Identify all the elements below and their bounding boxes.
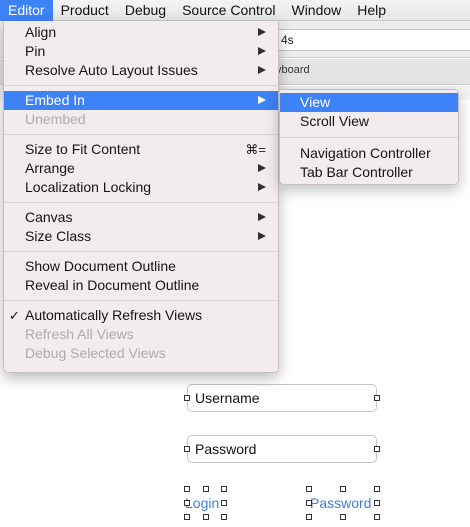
menu-item-show-document-outline[interactable]: Show Document Outline [4, 257, 278, 276]
menu-item-label: Automatically Refresh Views [25, 307, 203, 323]
resize-handle[interactable] [184, 395, 190, 401]
submenu-arrow-icon [258, 232, 266, 240]
menu-item-reveal-in-outline[interactable]: Reveal in Document Outline [4, 276, 278, 295]
menu-item-embed-in[interactable]: Embed In [4, 91, 278, 110]
menu-separator [4, 251, 278, 252]
resize-handle[interactable] [184, 446, 190, 452]
embed-in-submenu: View Scroll View Navigation Controller T… [279, 89, 459, 185]
menu-item-label: Localization Locking [25, 179, 152, 195]
menu-item-label: Debug Selected Views [25, 345, 166, 361]
menu-item-label: Embed In [25, 92, 85, 108]
submenu-item-scroll-view[interactable]: Scroll View [280, 112, 458, 131]
menu-source-control[interactable]: Source Control [174, 0, 283, 21]
resize-handle[interactable] [340, 486, 346, 492]
resize-handle[interactable] [184, 514, 190, 520]
menu-item-size-to-fit[interactable]: Size to Fit Content ⌘= [4, 140, 278, 159]
menu-separator [4, 300, 278, 301]
resize-handle[interactable] [374, 486, 380, 492]
keyboard-shortcut: ⌘= [245, 142, 266, 157]
resize-handle[interactable] [184, 500, 190, 506]
menu-product[interactable]: Product [53, 0, 117, 21]
resize-handle[interactable] [221, 514, 227, 520]
menu-separator [4, 85, 278, 86]
resize-handle[interactable] [306, 486, 312, 492]
menu-item-arrange[interactable]: Arrange [4, 159, 278, 178]
menu-item-refresh-all-views: Refresh All Views [4, 325, 278, 344]
submenu-arrow-icon [258, 164, 266, 172]
resize-handle[interactable] [221, 486, 227, 492]
submenu-arrow-icon [258, 47, 266, 55]
resize-handle[interactable] [306, 514, 312, 520]
menu-separator [4, 134, 278, 135]
menu-item-label: Resolve Auto Layout Issues [25, 62, 198, 78]
submenu-arrow-icon [258, 28, 266, 36]
forgot-password-button[interactable]: Password [310, 495, 371, 511]
resize-handle[interactable] [203, 514, 209, 520]
menu-separator [4, 202, 278, 203]
menu-item-label: Size to Fit Content [25, 141, 141, 157]
storyboard-tab-label[interactable]: yboard [276, 64, 310, 76]
menu-item-debug-selected-views: Debug Selected Views [4, 344, 278, 363]
menu-item-label: Refresh All Views [25, 326, 134, 342]
resize-handle[interactable] [374, 395, 380, 401]
submenu-arrow-icon [258, 183, 266, 191]
submenu-arrow-icon [258, 96, 266, 104]
device-selector[interactable]: 4s [270, 29, 470, 51]
resize-handle[interactable] [340, 514, 346, 520]
resize-handle[interactable] [306, 500, 312, 506]
resize-handle[interactable] [203, 486, 209, 492]
menu-item-label: Unembed [25, 111, 86, 127]
menu-debug[interactable]: Debug [117, 0, 174, 21]
menu-item-resolve-auto-layout[interactable]: Resolve Auto Layout Issues [4, 61, 278, 80]
menu-item-canvas[interactable]: Canvas [4, 208, 278, 227]
menu-item-label: Align [25, 24, 57, 40]
login-button[interactable]: Login [185, 495, 219, 511]
submenu-item-tab-bar-controller[interactable]: Tab Bar Controller [280, 163, 458, 182]
menu-item-label: Canvas [25, 209, 73, 225]
username-text-field[interactable]: Username [187, 384, 377, 412]
menu-item-localization-locking[interactable]: Localization Locking [4, 178, 278, 197]
menu-item-label: Size Class [25, 228, 92, 244]
menu-separator [280, 137, 458, 138]
menu-item-label: Arrange [25, 160, 75, 176]
submenu-arrow-icon [258, 213, 266, 221]
resize-handle[interactable] [374, 500, 380, 506]
resize-handle[interactable] [221, 500, 227, 506]
password-text-field[interactable]: Password [187, 435, 377, 463]
menu-item-unembed: Unembed [4, 110, 278, 129]
resize-handle[interactable] [374, 446, 380, 452]
menu-editor[interactable]: Editor [0, 0, 53, 21]
submenu-arrow-icon [258, 66, 266, 74]
submenu-item-navigation-controller[interactable]: Navigation Controller [280, 144, 458, 163]
menu-item-label: Pin [25, 43, 46, 59]
submenu-item-view[interactable]: View [280, 93, 458, 112]
checkmark-icon: ✓ [9, 308, 20, 323]
menu-bar: Editor Product Debug Source Control Wind… [0, 0, 470, 21]
menu-item-label: Reveal in Document Outline [25, 277, 200, 293]
menu-item-auto-refresh-views[interactable]: ✓ Automatically Refresh Views [4, 306, 278, 325]
menu-item-label: Show Document Outline [25, 258, 176, 274]
menu-item-align[interactable]: Align [4, 23, 278, 42]
editor-menu: Align Pin Resolve Auto Layout Issues Emb… [3, 21, 279, 373]
menu-window[interactable]: Window [283, 0, 349, 21]
menu-help[interactable]: Help [349, 0, 394, 21]
menu-item-pin[interactable]: Pin [4, 42, 278, 61]
resize-handle[interactable] [184, 486, 190, 492]
menu-item-size-class[interactable]: Size Class [4, 227, 278, 246]
resize-handle[interactable] [374, 514, 380, 520]
